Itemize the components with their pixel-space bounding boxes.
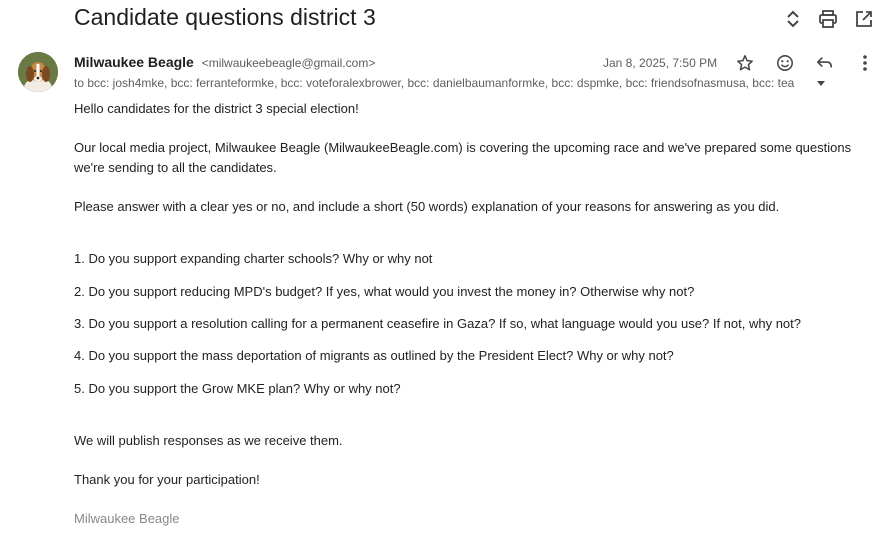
sender-name[interactable]: Milwaukee Beagle xyxy=(74,54,194,70)
more-options-icon[interactable] xyxy=(854,52,876,74)
email-subject: Candidate questions district 3 xyxy=(74,4,376,30)
body-publish-note: We will publish responses as we receive … xyxy=(74,433,343,448)
chevron-up-down-icon[interactable] xyxy=(782,8,804,30)
beagle-avatar[interactable] xyxy=(18,52,58,92)
print-icon[interactable] xyxy=(817,8,839,30)
question-item: 2. Do you support reducing MPD's budget?… xyxy=(74,284,695,299)
body-thanks: Thank you for your participation! xyxy=(74,472,260,487)
question-item: 5. Do you support the Grow MKE plan? Why… xyxy=(74,381,401,396)
open-in-new-window-icon[interactable] xyxy=(853,8,875,30)
email-date: Jan 8, 2025, 7:50 PM xyxy=(603,56,718,70)
body-intro-line2: we're sending to all the candidates. xyxy=(74,160,277,175)
sender-info: Milwaukee Beagle <milwaukeebeagle@gmail.… xyxy=(74,54,375,70)
recipients-line: to bcc: josh4mke, bcc: ferranteformke, b… xyxy=(74,76,795,90)
body-signature: Milwaukee Beagle xyxy=(74,511,180,526)
body-instructions: Please answer with a clear yes or no, an… xyxy=(74,199,780,214)
question-item: 4. Do you support the mass deportation o… xyxy=(74,348,674,363)
question-item: 1. Do you support expanding charter scho… xyxy=(74,251,433,266)
emoji-reaction-icon[interactable] xyxy=(774,52,796,74)
body-greeting: Hello candidates for the district 3 spec… xyxy=(74,101,359,116)
star-icon[interactable] xyxy=(734,52,756,74)
question-item: 3. Do you support a resolution calling f… xyxy=(74,316,801,331)
body-intro-line1: Our local media project, Milwaukee Beagl… xyxy=(74,140,852,155)
sender-email: <milwaukeebeagle@gmail.com> xyxy=(201,56,376,70)
caret-down-icon[interactable] xyxy=(816,78,826,88)
reply-icon[interactable] xyxy=(814,52,836,74)
